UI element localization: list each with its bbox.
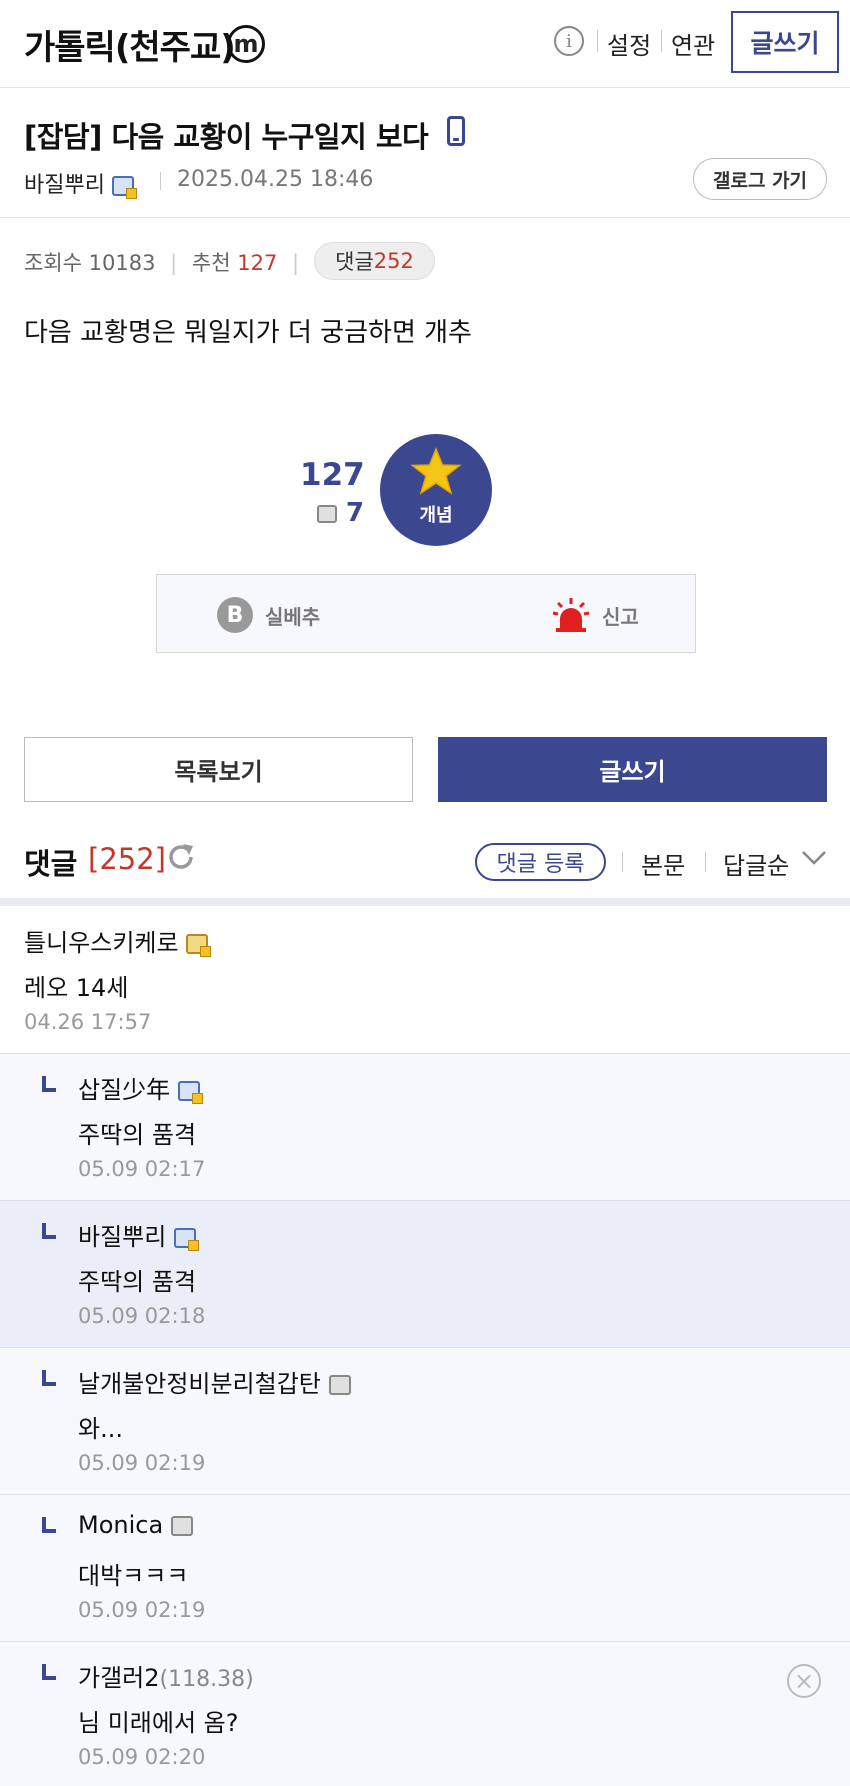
reply-item: 가갤러2(118.38) × 님 미래에서 옴? 05.09 02:20	[0, 1642, 850, 1786]
comment-count-pill[interactable]: 댓글 252	[314, 242, 435, 280]
star-icon	[410, 447, 462, 495]
comment-author[interactable]: 삽질少年	[78, 1070, 203, 1105]
comment-count: 252	[373, 249, 414, 273]
comment-author[interactable]: Monica	[78, 1511, 193, 1539]
close-circle-icon[interactable]: ×	[787, 1664, 821, 1698]
comment-author[interactable]: 가갤러2(118.38)	[78, 1658, 254, 1693]
gallery-title[interactable]: 가톨릭(천주교)	[24, 20, 236, 69]
post-date: 2025.04.25 18:46	[177, 167, 374, 192]
comment-text: 주딱의 품격	[78, 1268, 197, 1296]
reply-item: 날개불안정비분리철갑탄 와... 05.09 02:19	[0, 1348, 850, 1495]
fixed-nick-icon	[111, 176, 137, 199]
fixed-nick-icon	[316, 504, 337, 523]
reply-item: 바질뿌리 주딱의 품격 05.09 02:18	[0, 1201, 850, 1348]
reply-item: Monica 대박ㅋㅋㅋ 05.09 02:19	[0, 1495, 850, 1642]
fixed-nick-icon	[177, 1081, 203, 1104]
comment-author-name: 틀니우스키케로	[24, 929, 179, 957]
sort-select[interactable]: 답글순	[723, 846, 789, 881]
comment-author[interactable]: 날개불안정비분리철갑탄	[78, 1364, 351, 1399]
divider	[661, 30, 662, 52]
chevron-down-icon[interactable]	[801, 848, 827, 868]
reply-item: 삽질少年 주딱의 품격 05.09 02:17	[0, 1054, 850, 1201]
comment-text: 와...	[78, 1415, 123, 1443]
reply-arrow-icon	[42, 1370, 56, 1386]
comment-time: 05.09 02:19	[78, 1451, 206, 1475]
gallog-button[interactable]: 갤로그 가기	[693, 158, 827, 200]
views-label: 조회수	[24, 251, 82, 275]
write-button[interactable]: 글쓰기	[438, 737, 827, 802]
comment-author-name: 삽질少年	[78, 1076, 171, 1104]
comment-author[interactable]: 바질뿌리	[78, 1217, 199, 1252]
info-icon[interactable]: i	[554, 26, 584, 56]
divider	[160, 172, 161, 190]
comment-author-name: Monica	[78, 1511, 164, 1539]
post-body: 다음 교황명은 뭐일지가 더 궁금하면 개추	[24, 318, 472, 348]
comment-text: 레오 14세	[24, 974, 129, 1002]
settings-link[interactable]: 설정	[607, 26, 651, 61]
comments-count: [252]	[88, 842, 166, 876]
views-count: 10183	[88, 251, 156, 275]
divider: |	[292, 251, 300, 275]
comment-text: 님 미래에서 옴?	[78, 1709, 239, 1737]
concept-recommend-button[interactable]: 개념	[380, 434, 492, 546]
comment-author-name: 바질뿌리	[78, 1223, 167, 1251]
comment-author-ip: (118.38)	[159, 1667, 254, 1692]
report-label: 신고	[602, 604, 639, 629]
top-bar: 가톨릭(천주교) m i 설정 연관 글쓰기	[0, 0, 850, 88]
siren-icon	[552, 598, 590, 632]
comment-register-button[interactable]: 댓글 등록	[475, 843, 606, 881]
reply-arrow-icon	[42, 1076, 56, 1092]
comment-time: 05.09 02:19	[78, 1598, 206, 1622]
list-view-button[interactable]: 목록보기	[24, 737, 413, 802]
fixed-recommend-value: 7	[345, 498, 364, 528]
divider: |	[170, 251, 178, 275]
concept-label: 개념	[419, 505, 453, 526]
fixed-nick-icon	[173, 1228, 199, 1251]
comment-count-label: 댓글	[335, 250, 374, 274]
comment-time: 05.09 02:17	[78, 1157, 206, 1181]
report-button[interactable]: 신고	[552, 597, 639, 633]
comments-title: 댓글	[24, 847, 78, 881]
rec-count: 127	[237, 251, 278, 275]
comment-text: 주딱의 품격	[78, 1121, 197, 1149]
comment-text: 대박ㅋㅋㅋ	[78, 1562, 189, 1590]
comment-time: 05.09 02:20	[78, 1745, 206, 1769]
post-author[interactable]: 바질뿌리	[24, 167, 137, 199]
post-stats: 조회수 10183 | 추천 127 |	[24, 247, 307, 277]
recommend-count: 127	[300, 457, 365, 493]
comment-author[interactable]: 틀니우스키케로	[24, 923, 212, 958]
fixed-nick-icon	[170, 1516, 193, 1536]
fixed-recommend-count: 7	[300, 498, 364, 528]
write-button-top[interactable]: 글쓰기	[731, 11, 839, 73]
silbechu-button[interactable]: B 실베추	[217, 597, 320, 633]
silbechu-label: 실베추	[265, 604, 321, 629]
rec-label: 추천	[191, 251, 231, 275]
reply-arrow-icon	[42, 1517, 56, 1533]
recommend-actions: B 실베추 신고	[156, 574, 696, 653]
comment-item: 틀니우스키케로 레오 14세 04.26 17:57	[0, 906, 850, 1054]
post-header: [잡담] 다음 교황이 누구일지 보다 바질뿌리 2025.04.25 18:4…	[0, 88, 850, 218]
divider	[597, 30, 598, 52]
reply-arrow-icon	[42, 1223, 56, 1239]
body-link[interactable]: 본문	[641, 846, 685, 881]
refresh-icon[interactable]	[166, 842, 196, 872]
fixed-nick-icon	[328, 1375, 351, 1395]
fixed-nick-icon	[186, 934, 212, 957]
author-name: 바질뿌리	[24, 173, 105, 198]
comment-time: 04.26 17:57	[24, 1010, 152, 1034]
divider	[622, 852, 623, 872]
divider	[705, 852, 706, 872]
comments-divider	[0, 898, 850, 906]
related-link[interactable]: 연관	[671, 26, 715, 61]
best-b-icon: B	[217, 597, 253, 633]
comment-time: 05.09 02:18	[78, 1304, 206, 1328]
reply-arrow-icon	[42, 1664, 56, 1680]
comment-author-name: 날개불안정비분리철갑탄	[78, 1370, 321, 1398]
comment-author-name: 가갤러2	[78, 1664, 160, 1692]
post-title: [잡담] 다음 교황이 누구일지 보다	[24, 120, 429, 154]
minor-gallery-icon: m	[227, 25, 265, 63]
mobile-phone-icon	[447, 116, 465, 146]
